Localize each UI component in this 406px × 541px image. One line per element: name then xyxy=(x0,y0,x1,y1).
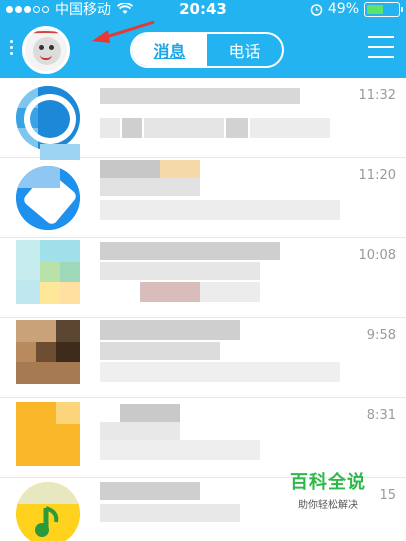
battery-icon xyxy=(364,1,403,17)
contact-avatar xyxy=(16,240,80,304)
conversation-row[interactable]: … … 9:58 xyxy=(0,318,406,398)
message-time: 8:31 xyxy=(366,408,396,423)
contact-avatar xyxy=(16,86,80,150)
watermark-logo: 百科全说 助你轻松解决 xyxy=(290,468,366,511)
battery-percent: 49% xyxy=(327,1,359,17)
conversation-list: … … 11:32 … … 11:20 … xyxy=(0,78,406,541)
message-preview: … xyxy=(98,120,338,142)
message-time: 11:20 xyxy=(358,168,396,183)
tab-switcher: 消息 电话 xyxy=(130,32,284,68)
status-right: 49% xyxy=(310,1,403,17)
contact-avatar xyxy=(16,482,80,541)
conversation-row[interactable]: … … 11:32 xyxy=(0,78,406,160)
watermark-title: 百科全说 xyxy=(290,472,366,493)
watermark-subtitle: 助你轻松解决 xyxy=(298,500,358,511)
alarm-icon xyxy=(310,3,323,16)
message-preview: … xyxy=(98,520,338,541)
status-bar: 中国移动 20:43 49% xyxy=(0,0,406,18)
message-time: 10:08 xyxy=(358,248,396,263)
contact-avatar xyxy=(16,320,80,384)
message-preview: … xyxy=(98,280,338,302)
header-bar: 中国移动 20:43 49% 消息 电话 xyxy=(0,0,406,78)
more-dots-icon[interactable] xyxy=(8,40,14,56)
profile-avatar[interactable] xyxy=(22,26,70,74)
music-note-icon xyxy=(35,506,59,537)
nav-bar: 消息 电话 xyxy=(0,20,406,78)
tab-phone[interactable]: 电话 xyxy=(207,34,282,66)
hamburger-menu-icon[interactable] xyxy=(368,36,394,58)
message-time: 15 xyxy=(379,488,396,503)
conversation-row[interactable]: … … 10:08 xyxy=(0,238,406,318)
tab-messages[interactable]: 消息 xyxy=(132,34,207,66)
conversation-row[interactable]: … … 11:20 xyxy=(0,158,406,238)
message-time: 11:32 xyxy=(358,88,396,103)
message-time: 9:58 xyxy=(366,328,396,343)
contact-avatar xyxy=(16,402,80,466)
conversation-row[interactable]: … … 8:31 xyxy=(0,398,406,478)
contact-avatar xyxy=(16,166,80,230)
message-preview: … xyxy=(98,200,338,222)
message-preview: … xyxy=(98,440,338,462)
message-preview: … xyxy=(98,360,338,382)
